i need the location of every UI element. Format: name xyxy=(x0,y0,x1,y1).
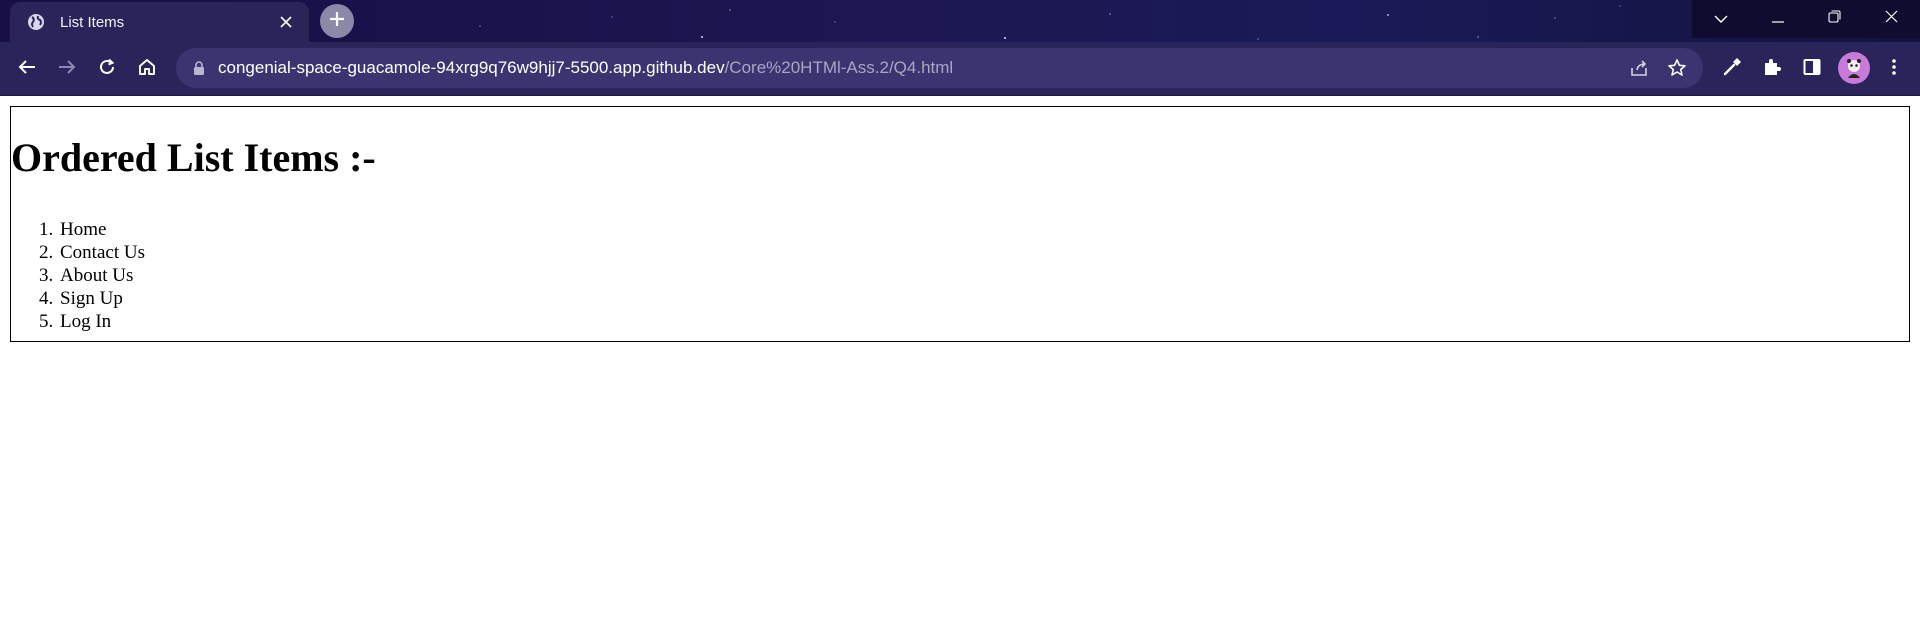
puzzle-icon xyxy=(1762,57,1782,82)
close-window-button[interactable] xyxy=(1863,0,1920,38)
plus-icon xyxy=(329,11,345,32)
browser-toolbar: congenial-space-guacamole-94xrg9q76w9hjj… xyxy=(0,42,1920,96)
restore-button[interactable] xyxy=(1806,0,1863,38)
close-icon[interactable] xyxy=(275,11,297,33)
extensions-button[interactable] xyxy=(1757,54,1787,84)
globe-icon xyxy=(26,12,46,32)
new-tab-button[interactable] xyxy=(320,4,354,38)
address-bar[interactable]: congenial-space-guacamole-94xrg9q76w9hjj… xyxy=(176,48,1703,88)
home-button[interactable] xyxy=(130,52,164,86)
tab-search-button[interactable] xyxy=(1692,0,1749,38)
content-box: Ordered List Items :- 1. Home 2. Contact U… xyxy=(10,106,1910,342)
back-button[interactable] xyxy=(10,52,44,86)
avatar[interactable] xyxy=(1838,52,1870,84)
list-item: 3. About Us xyxy=(39,265,134,286)
tab-title: List Items xyxy=(60,13,125,31)
menu-button[interactable] xyxy=(1879,54,1909,84)
page-viewport: Ordered List Items :- 1. Home 2. Contact U… xyxy=(0,96,1920,632)
kebab-menu-icon xyxy=(1891,58,1897,81)
side-panel-button[interactable] xyxy=(1797,54,1827,84)
browser-title-bar: List Items xyxy=(0,0,1920,42)
eyedropper-icon xyxy=(1722,57,1742,82)
list-item: 4. Sign Up xyxy=(39,288,123,309)
star-icon[interactable] xyxy=(1664,55,1690,81)
lock-icon[interactable] xyxy=(190,59,208,77)
page-heading: Ordered List Items :- xyxy=(11,135,376,180)
minimize-button[interactable] xyxy=(1749,0,1806,38)
reload-icon xyxy=(98,58,116,81)
close-window-icon xyxy=(1885,10,1898,28)
url-path: /Core%20HTMl-Ass.2/Q4.html xyxy=(724,58,954,77)
ordered-list: 1. Home 2. Contact Us 3. About Us 4. Sign Up… xyxy=(39,218,145,333)
window-controls xyxy=(1692,0,1920,38)
share-icon[interactable] xyxy=(1626,55,1652,81)
list-item: 5. Log In xyxy=(39,311,112,332)
list-item: 2. Contact Us xyxy=(39,242,145,263)
browser-tab[interactable]: List Items xyxy=(10,2,309,42)
list-item: 1. Home xyxy=(39,219,107,240)
url-host: congenial-space-guacamole-94xrg9q76w9hjj… xyxy=(218,58,725,77)
restore-icon xyxy=(1828,10,1841,28)
minimize-icon xyxy=(1771,10,1784,28)
back-arrow-icon xyxy=(18,59,36,80)
forward-arrow-icon xyxy=(58,59,76,80)
side-panel-icon xyxy=(1803,58,1821,81)
chevron-down-icon xyxy=(1714,10,1728,28)
eyedropper-extension-button[interactable] xyxy=(1717,54,1747,84)
forward-button[interactable] xyxy=(50,52,84,86)
reload-button[interactable] xyxy=(90,52,124,86)
home-icon xyxy=(138,58,156,81)
url-text[interactable]: congenial-space-guacamole-94xrg9q76w9hjj… xyxy=(218,58,953,78)
